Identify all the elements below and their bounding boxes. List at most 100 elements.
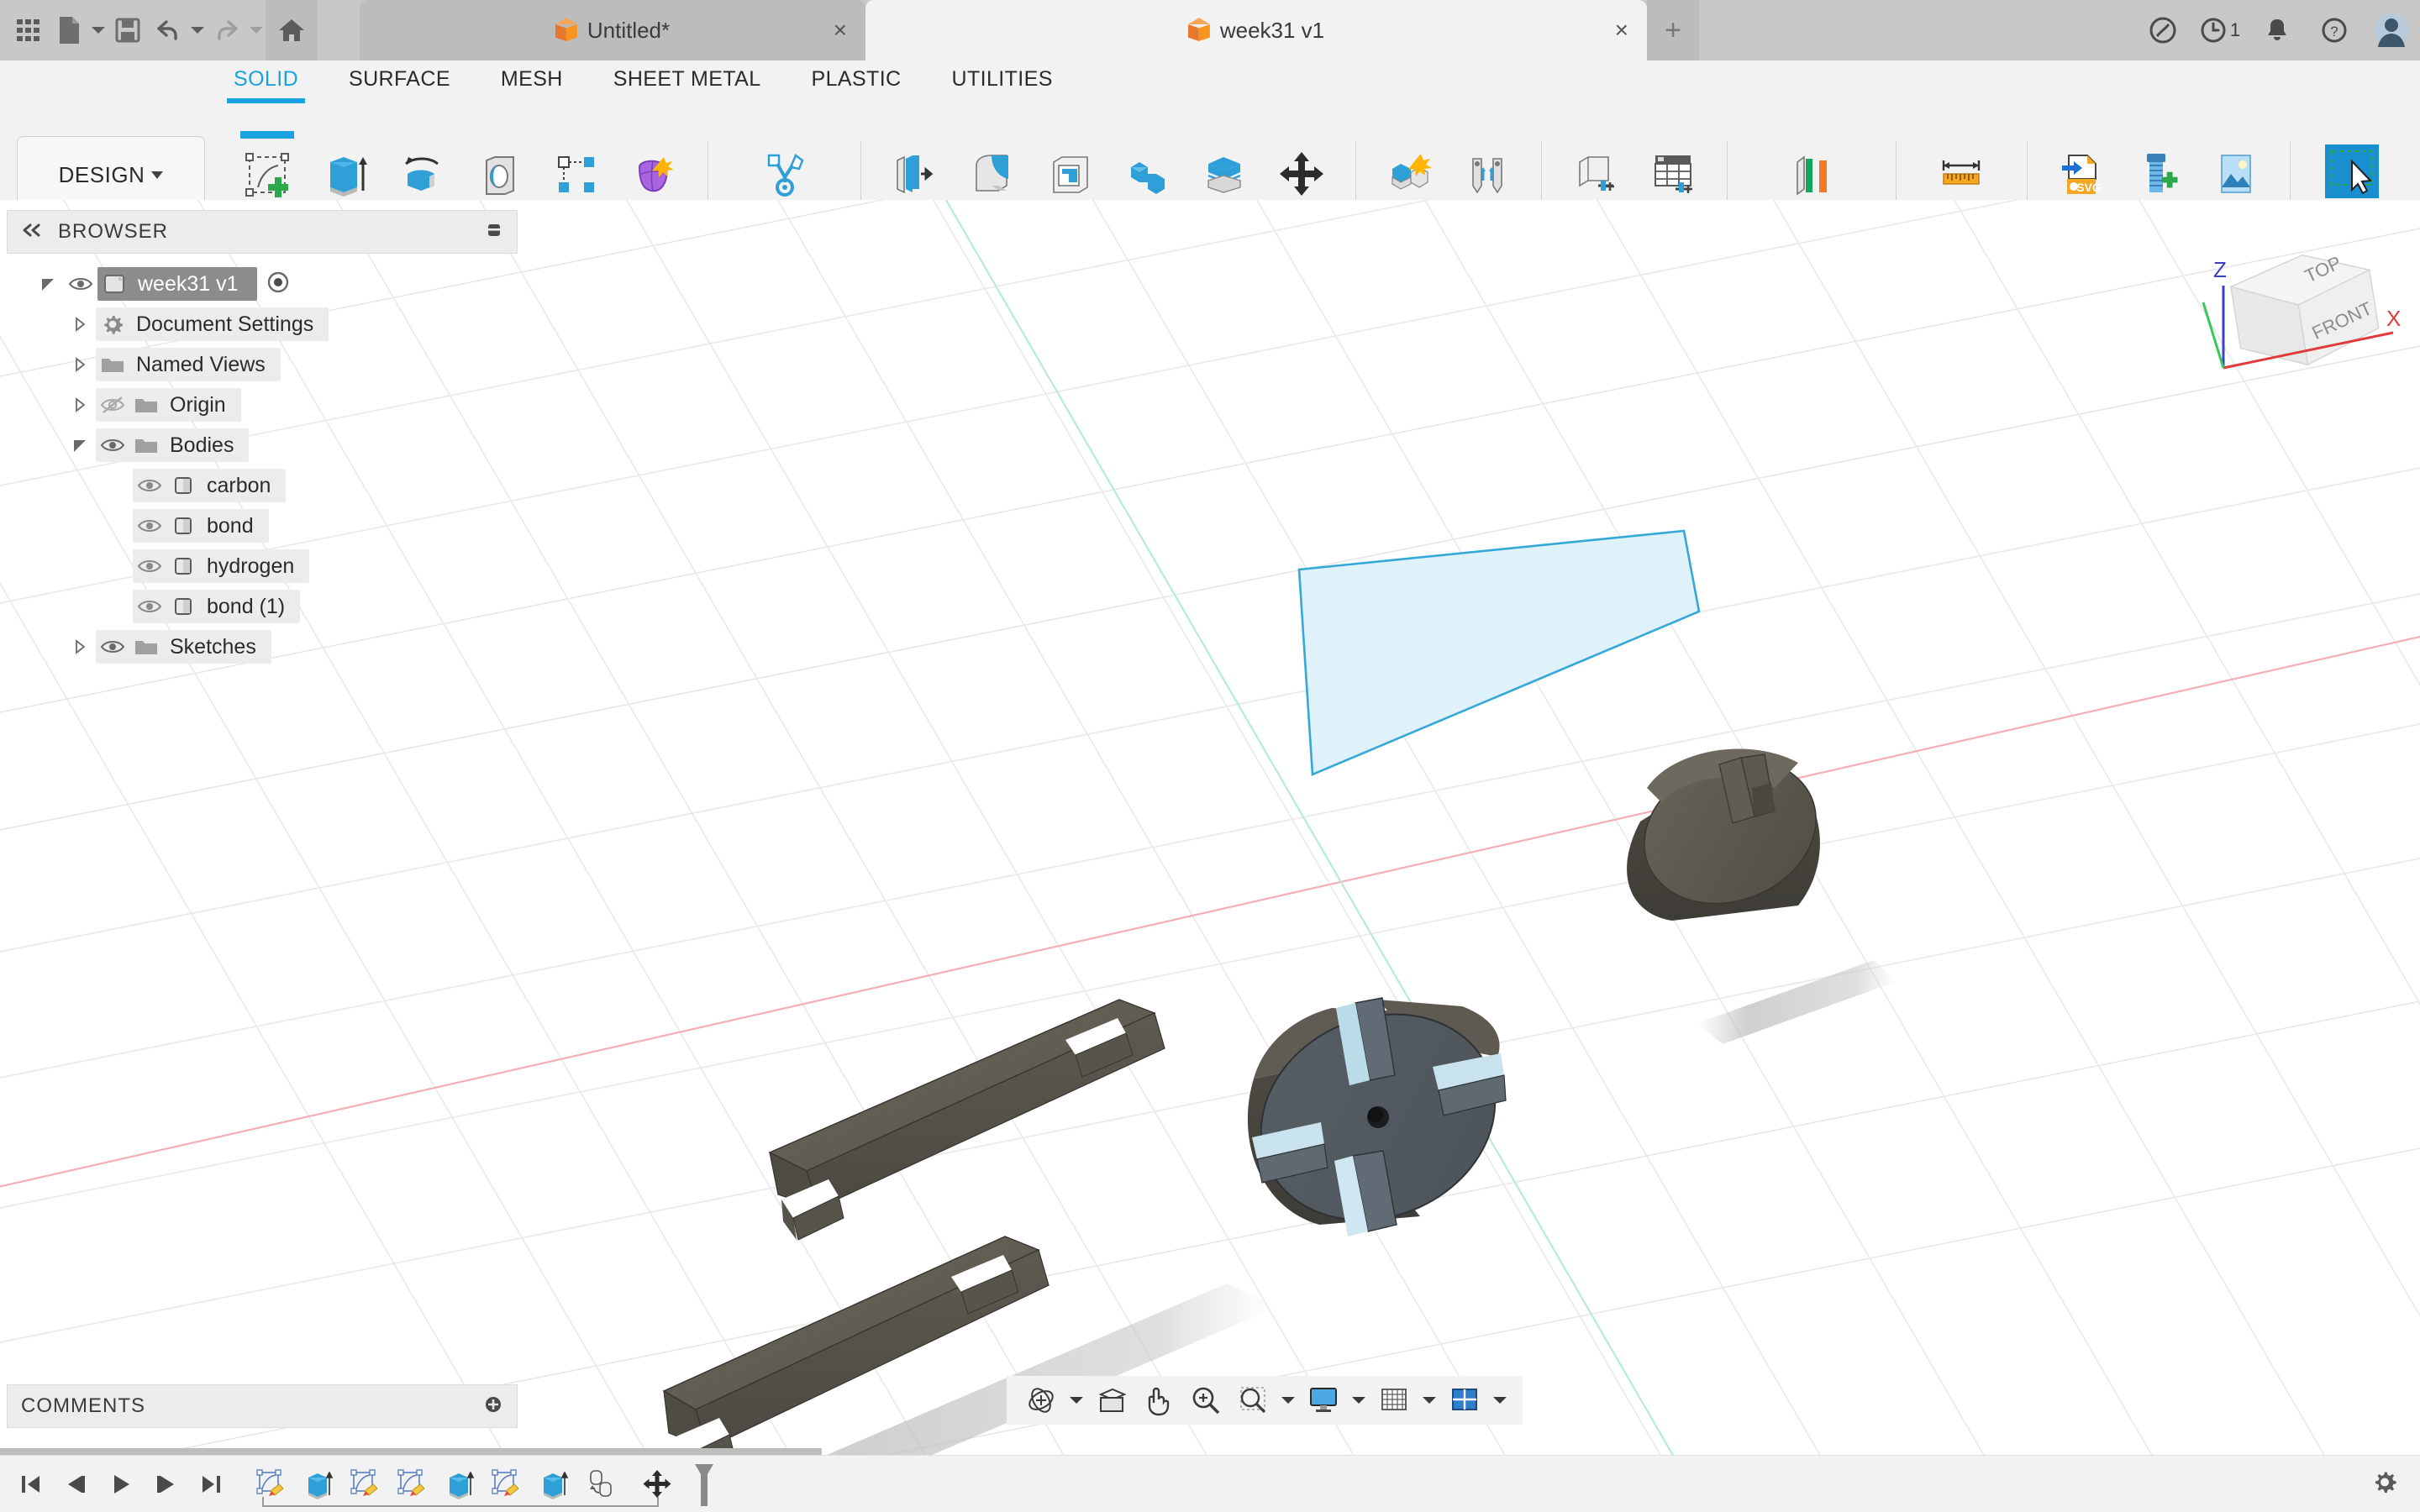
viewports-button[interactable] xyxy=(1442,1378,1487,1423)
timeline-go-end-button[interactable] xyxy=(193,1465,230,1504)
tree-row-carbon[interactable]: carbon xyxy=(7,465,518,506)
tree-row-bond[interactable]: bond xyxy=(7,506,518,546)
panel-menu-icon[interactable] xyxy=(485,221,503,244)
new-component-button[interactable] xyxy=(1371,141,1449,208)
redo-dropdown-caret[interactable] xyxy=(247,7,266,54)
timeline-sketch-4[interactable] xyxy=(484,1463,528,1505)
view-cube[interactable]: TOP FRONT Z X xyxy=(2185,225,2403,393)
create-sketch-button[interactable] xyxy=(229,131,306,208)
timeline-extrude-1[interactable] xyxy=(296,1463,339,1505)
look-at-button[interactable] xyxy=(1089,1378,1134,1423)
app-grid-icon[interactable] xyxy=(8,7,49,54)
pan-button[interactable] xyxy=(1136,1378,1181,1423)
display-settings-dropdown-caret[interactable] xyxy=(1348,1378,1370,1423)
configure-design-button[interactable] xyxy=(1557,141,1634,208)
visibility-eye-icon[interactable] xyxy=(133,477,166,494)
form-button[interactable] xyxy=(615,141,692,208)
viewports-dropdown-caret[interactable] xyxy=(1489,1378,1511,1423)
double-chevron-left-icon[interactable] xyxy=(21,223,43,241)
zoom-button[interactable] xyxy=(1183,1378,1228,1423)
tree-row-hydrogen[interactable]: hydrogen xyxy=(7,546,518,586)
visibility-eye-icon[interactable] xyxy=(64,276,97,292)
timeline-extrude-2[interactable] xyxy=(437,1463,481,1505)
press-pull-button[interactable] xyxy=(876,141,954,208)
visibility-eye-icon[interactable] xyxy=(133,558,166,575)
tree-row-sketches[interactable]: Sketches xyxy=(7,627,518,667)
split-face-button[interactable] xyxy=(1186,141,1263,208)
selected-sketch-profile[interactable] xyxy=(1297,529,1701,776)
comments-panel[interactable]: COMMENTS xyxy=(7,1384,518,1428)
tree-row-bodies[interactable]: Bodies xyxy=(7,425,518,465)
document-tab-close-icon[interactable]: × xyxy=(1615,18,1628,42)
ribbon-tab-utilities[interactable]: UTILITIES xyxy=(927,62,1078,98)
hydrogen-body[interactable] xyxy=(1623,735,1838,929)
timeline-play-button[interactable] xyxy=(103,1465,139,1504)
configuration-table-button[interactable] xyxy=(1634,141,1712,208)
hole-button[interactable] xyxy=(460,141,538,208)
notifications-bell-icon[interactable] xyxy=(2249,0,2306,60)
select-button[interactable] xyxy=(2313,141,2391,208)
timeline-sketch-3[interactable] xyxy=(390,1463,434,1505)
twisty-collapsed-icon[interactable] xyxy=(64,396,96,413)
measure-button[interactable] xyxy=(1923,141,2000,208)
file-icon[interactable] xyxy=(49,7,89,54)
file-dropdown-caret[interactable] xyxy=(89,7,108,54)
timeline-move-1[interactable] xyxy=(635,1463,679,1505)
tree-row-week31[interactable]: week31 v1 xyxy=(7,264,518,304)
extrude-button[interactable] xyxy=(306,141,383,208)
account-avatar[interactable] xyxy=(2363,0,2420,60)
grid-snaps-dropdown-caret[interactable] xyxy=(1418,1378,1440,1423)
insert-image-button[interactable] xyxy=(2197,141,2275,208)
redo-icon[interactable] xyxy=(207,7,247,54)
settings-gear-icon[interactable] xyxy=(2371,1468,2398,1499)
undo-dropdown-caret[interactable] xyxy=(188,7,207,54)
document-tab-week31[interactable]: week31 v1 × xyxy=(865,0,1647,60)
timeline-end-marker[interactable] xyxy=(682,1463,726,1506)
visibility-eye-hidden-icon[interactable] xyxy=(96,396,129,414)
job-status-icon[interactable]: 1 xyxy=(2191,0,2249,60)
orbit-button[interactable] xyxy=(1018,1378,1064,1423)
visibility-eye-icon[interactable] xyxy=(96,638,129,655)
document-tab-untitled[interactable]: Untitled* × xyxy=(360,0,865,60)
tree-row-named-views[interactable]: Named Views xyxy=(7,344,518,385)
tree-row-origin[interactable]: Origin xyxy=(7,385,518,425)
tree-row-bond-1[interactable]: bond (1) xyxy=(7,586,518,627)
visibility-eye-icon[interactable] xyxy=(133,598,166,615)
home-icon[interactable] xyxy=(266,0,318,60)
visibility-eye-icon[interactable] xyxy=(96,437,129,454)
visibility-eye-icon[interactable] xyxy=(133,517,166,534)
ribbon-tab-sheet-metal[interactable]: SHEET METAL xyxy=(588,62,786,98)
automate-button[interactable] xyxy=(746,141,823,208)
timeline-copy-paste-1[interactable] xyxy=(578,1463,622,1505)
insert-mcmaster-button[interactable] xyxy=(2120,141,2197,208)
document-tab-close-icon[interactable]: × xyxy=(834,18,847,42)
bond-body[interactable] xyxy=(768,999,1165,1241)
timeline-sketch-2[interactable] xyxy=(343,1463,387,1505)
add-comment-icon[interactable] xyxy=(483,1394,503,1419)
move-copy-button[interactable] xyxy=(1263,141,1340,208)
joint-button[interactable] xyxy=(1449,141,1526,208)
tree-row-document-settings[interactable]: Document Settings xyxy=(7,304,518,344)
carbon-body[interactable] xyxy=(1228,978,1528,1257)
combine-button[interactable] xyxy=(1108,141,1186,208)
grid-snaps-button[interactable] xyxy=(1371,1378,1417,1423)
offset-plane-button[interactable] xyxy=(1773,141,1850,208)
zoom-window-button[interactable] xyxy=(1230,1378,1276,1423)
fillet-button[interactable] xyxy=(954,141,1031,208)
ribbon-tab-mesh[interactable]: MESH xyxy=(476,62,588,98)
timeline-step-forward-button[interactable] xyxy=(148,1465,185,1504)
display-settings-button[interactable] xyxy=(1301,1378,1346,1423)
undo-icon[interactable] xyxy=(148,7,188,54)
twisty-expanded-icon[interactable] xyxy=(64,437,96,454)
insert-svg-button[interactable]: SVG xyxy=(2043,141,2120,208)
twisty-collapsed-icon[interactable] xyxy=(64,356,96,373)
pattern-button[interactable] xyxy=(538,141,615,208)
timeline-step-back-button[interactable] xyxy=(57,1465,94,1504)
twisty-collapsed-icon[interactable] xyxy=(64,638,96,655)
timeline-sketch-1[interactable] xyxy=(249,1463,292,1505)
ribbon-tab-solid[interactable]: SOLID xyxy=(208,62,324,103)
ribbon-tab-surface[interactable]: SURFACE xyxy=(324,62,476,98)
save-icon[interactable] xyxy=(108,7,148,54)
new-tab-button[interactable]: + xyxy=(1647,0,1699,60)
twisty-collapsed-icon[interactable] xyxy=(64,316,96,333)
